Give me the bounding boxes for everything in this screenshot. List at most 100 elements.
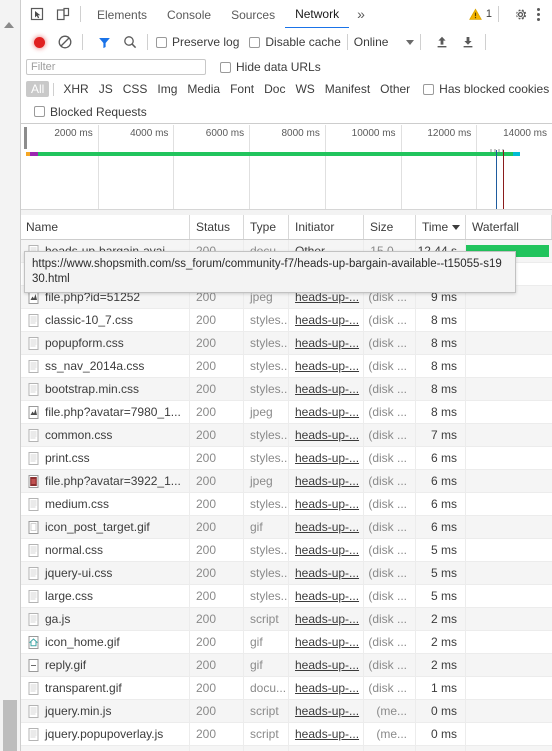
table-row[interactable]: ss_nav_2014a.css 200 styles... heads-up-...…: [20, 355, 552, 378]
record-button[interactable]: [28, 31, 50, 53]
type-filter-font[interactable]: Font: [225, 81, 259, 97]
cell-initiator[interactable]: heads-up-...: [289, 677, 364, 699]
type-filter-media[interactable]: Media: [182, 81, 225, 97]
tab-elements[interactable]: Elements: [87, 1, 157, 28]
table-row[interactable]: print.css 200 styles... heads-up-... (disk .…: [20, 447, 552, 470]
initiator-link[interactable]: heads-up-...: [295, 382, 359, 396]
cell-name[interactable]: popupform.css: [20, 332, 190, 354]
table-row[interactable]: jquery-ui.min.js 200scriptheads-up-...(me…: [20, 746, 552, 751]
export-har-button[interactable]: [457, 31, 479, 53]
table-row[interactable]: file.php?avatar=7980_1... 200 jpeg heads-up…: [20, 401, 552, 424]
table-row[interactable]: ga.js 200 script heads-up-... (disk ... 2 ms: [20, 608, 552, 631]
column-header-time[interactable]: Time: [416, 215, 466, 239]
cell-initiator[interactable]: heads-up-...: [289, 424, 364, 446]
blocked-requests-checkbox[interactable]: Blocked Requests: [34, 105, 147, 119]
table-row[interactable]: jquery.min.js 200 script heads-up-... (me...…: [20, 700, 552, 723]
cell-name[interactable]: reply.gif: [20, 654, 190, 676]
initiator-link[interactable]: heads-up-...: [295, 359, 359, 373]
column-header-name[interactable]: Name: [20, 215, 190, 239]
warning-counter[interactable]: 1: [468, 7, 492, 21]
cell-name[interactable]: jquery.min.js: [20, 700, 190, 722]
more-tabs-icon[interactable]: »: [349, 6, 373, 22]
more-options-icon[interactable]: [531, 7, 546, 21]
cell-name[interactable]: transparent.gif: [20, 677, 190, 699]
initiator-link[interactable]: heads-up-...: [295, 658, 359, 672]
throttling-select[interactable]: Online: [354, 35, 415, 49]
initiator-link[interactable]: heads-up-...: [295, 474, 359, 488]
cell-initiator[interactable]: heads-up-...: [289, 355, 364, 377]
tab-sources[interactable]: Sources: [221, 1, 285, 28]
cell-initiator[interactable]: heads-up-...: [289, 700, 364, 722]
table-row[interactable]: normal.css 200 styles... heads-up-... (disk …: [20, 539, 552, 562]
cell-initiator[interactable]: heads-up-...: [289, 654, 364, 676]
column-header-status[interactable]: Status: [190, 215, 244, 239]
type-filter-doc[interactable]: Doc: [259, 81, 290, 97]
cell-initiator[interactable]: heads-up-...: [289, 723, 364, 745]
table-row[interactable]: jquery.popupoverlay.js 200 script heads-up-…: [20, 723, 552, 746]
filter-input[interactable]: [26, 59, 206, 75]
cell-name[interactable]: medium.css: [20, 493, 190, 515]
table-row[interactable]: reply.gif 200 gif heads-up-... (disk ... 2 ms: [20, 654, 552, 677]
initiator-link[interactable]: heads-up-...: [295, 497, 359, 511]
type-filter-xhr[interactable]: XHR: [58, 81, 93, 97]
table-row[interactable]: medium.css 200 styles... heads-up-... (disk …: [20, 493, 552, 516]
cell-initiator[interactable]: heads-up-...: [289, 332, 364, 354]
cell-name[interactable]: file.php?avatar=3922_1...: [20, 470, 190, 492]
table-row[interactable]: icon_post_target.gif 200 gif heads-up-... (d…: [20, 516, 552, 539]
type-filter-all[interactable]: All: [26, 81, 50, 97]
preserve-log-checkbox[interactable]: Preserve log: [156, 35, 239, 49]
cell-name[interactable]: classic-10_7.css: [20, 309, 190, 331]
has-blocked-cookies-checkbox[interactable]: Has blocked cookies: [423, 82, 549, 96]
cell-initiator[interactable]: heads-up-...: [289, 631, 364, 653]
preserve-log-box[interactable]: [156, 36, 167, 48]
cell-initiator[interactable]: heads-up-...: [289, 470, 364, 492]
cell-initiator[interactable]: heads-up-...: [289, 378, 364, 400]
table-row[interactable]: large.css 200 styles... heads-up-... (disk .…: [20, 585, 552, 608]
initiator-link[interactable]: heads-up-...: [295, 313, 359, 327]
cell-name[interactable]: jquery-ui.css: [20, 562, 190, 584]
table-row[interactable]: bootstrap.min.css 200 styles... heads-up-..…: [20, 378, 552, 401]
initiator-link[interactable]: heads-up-...: [295, 704, 359, 718]
column-header-size[interactable]: Size: [364, 215, 416, 239]
table-row[interactable]: jquery-ui.css 200 styles... heads-up-... (di…: [20, 562, 552, 585]
hide-data-urls-box[interactable]: [220, 61, 231, 73]
type-filter-other[interactable]: Other: [375, 81, 415, 97]
cell-initiator[interactable]: heads-up-...: [289, 447, 364, 469]
cell-name[interactable]: icon_post_target.gif: [20, 516, 190, 538]
disable-cache-box[interactable]: [249, 36, 261, 48]
inspect-element-icon[interactable]: [26, 3, 48, 25]
cell-initiator[interactable]: heads-up-...: [289, 401, 364, 423]
filter-button[interactable]: [93, 31, 115, 53]
search-button[interactable]: [119, 31, 141, 53]
table-row[interactable]: popupform.css 200 styles... heads-up-... (di…: [20, 332, 552, 355]
collapse-caret-icon[interactable]: [4, 22, 14, 28]
cell-name[interactable]: jquery.popupoverlay.js: [20, 723, 190, 745]
table-row[interactable]: common.css 200 styles... heads-up-... (disk …: [20, 424, 552, 447]
import-har-button[interactable]: [431, 31, 453, 53]
initiator-link[interactable]: heads-up-...: [295, 428, 359, 442]
cell-name[interactable]: ss_nav_2014a.css: [20, 355, 190, 377]
cell-initiator[interactable]: heads-up-...: [289, 562, 364, 584]
cell-name[interactable]: bootstrap.min.css: [20, 378, 190, 400]
type-filter-img[interactable]: Img: [152, 81, 182, 97]
tab-network[interactable]: Network: [285, 0, 350, 29]
initiator-link[interactable]: heads-up-...: [295, 727, 359, 741]
network-overview[interactable]: 2000 ms 4000 ms 6000 ms 8000 ms 10000 ms 1200…: [20, 125, 552, 209]
initiator-link[interactable]: heads-up-...: [295, 451, 359, 465]
has-blocked-cookies-box[interactable]: [423, 83, 435, 95]
cell-initiator[interactable]: heads-up-...: [289, 309, 364, 331]
cell-initiator[interactable]: heads-up-...: [289, 493, 364, 515]
vertical-scrollbar-thumb[interactable]: [3, 700, 17, 751]
initiator-link[interactable]: heads-up-...: [295, 543, 359, 557]
cell-initiator[interactable]: heads-up-...: [289, 746, 364, 751]
table-row[interactable]: icon_home.gif 200 gif heads-up-... (disk ...…: [20, 631, 552, 654]
blocked-requests-box[interactable]: [34, 106, 45, 117]
tab-console[interactable]: Console: [157, 1, 221, 28]
cell-initiator[interactable]: heads-up-...: [289, 539, 364, 561]
type-filter-css[interactable]: CSS: [118, 81, 153, 97]
clear-button[interactable]: [54, 31, 76, 53]
column-header-waterfall[interactable]: Waterfall: [466, 215, 552, 239]
cell-name[interactable]: jquery-ui.min.js: [20, 746, 190, 751]
device-toolbar-icon[interactable]: [52, 3, 74, 25]
cell-name[interactable]: file.php?avatar=7980_1...: [20, 401, 190, 423]
